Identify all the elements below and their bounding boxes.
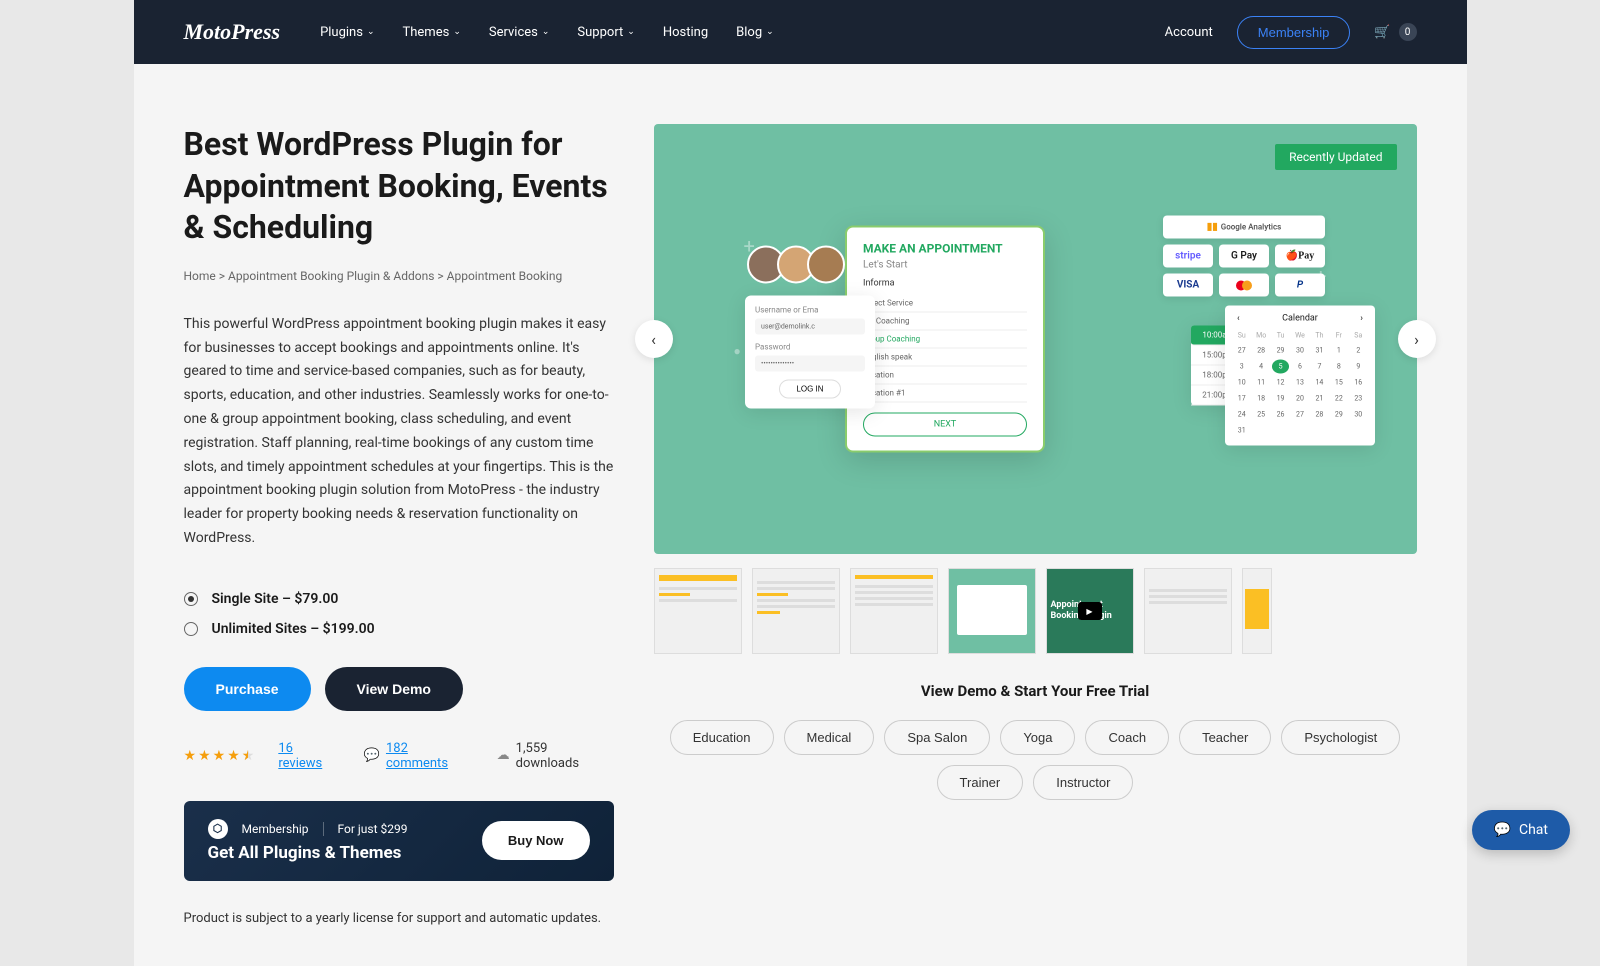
calendar-mockup: Calendar SuMoTuWeThFrSa27282930311234567… xyxy=(1225,306,1375,446)
star-rating: ★ ★ ★ ★ ★★ xyxy=(184,748,255,764)
license-note: Product is subject to a yearly license f… xyxy=(184,911,614,926)
star-icon: ★ xyxy=(227,748,240,764)
option-single-site[interactable]: Single Site – $79.00 xyxy=(184,591,614,607)
star-icon: ★ xyxy=(213,748,226,764)
comments-link[interactable]: 182 comments xyxy=(386,741,473,771)
chevron-down-icon: ⌄ xyxy=(453,27,461,37)
breadcrumb-current: Appointment Booking xyxy=(447,269,563,283)
main-nav: Plugins⌄ Themes⌄ Services⌄ Support⌄ Host… xyxy=(320,25,1165,40)
membership-button[interactable]: Membership xyxy=(1237,16,1351,49)
main-header: MotoPress Plugins⌄ Themes⌄ Services⌄ Sup… xyxy=(134,0,1467,64)
breadcrumb-home[interactable]: Home xyxy=(184,269,216,283)
pill-teacher[interactable]: Teacher xyxy=(1179,720,1271,755)
account-link[interactable]: Account xyxy=(1165,25,1213,40)
pill-instructor[interactable]: Instructor xyxy=(1033,765,1133,800)
carousel-prev[interactable]: ‹ xyxy=(635,320,673,358)
option-unlimited[interactable]: Unlimited Sites – $199.00 xyxy=(184,621,614,637)
radio-icon xyxy=(184,592,198,606)
cart-icon: 🛒 xyxy=(1374,25,1390,40)
pill-psychologist[interactable]: Psychologist xyxy=(1281,720,1400,755)
thumb-6[interactable] xyxy=(1144,568,1232,654)
membership-promo: ⬡ Membership For just $299 Get All Plugi… xyxy=(184,801,614,881)
nav-blog[interactable]: Blog⌄ xyxy=(736,25,774,40)
view-demo-button[interactable]: View Demo xyxy=(325,667,463,711)
chevron-down-icon: ⌄ xyxy=(367,27,375,37)
updated-badge: Recently Updated xyxy=(1275,144,1396,170)
nav-support[interactable]: Support⌄ xyxy=(577,25,634,40)
promo-membership-label: Membership xyxy=(242,822,309,836)
nav-themes[interactable]: Themes⌄ xyxy=(403,25,461,40)
nav-hosting[interactable]: Hosting xyxy=(663,25,708,40)
pill-trainer[interactable]: Trainer xyxy=(937,765,1024,800)
purchase-button[interactable]: Purchase xyxy=(184,667,311,711)
pill-yoga[interactable]: Yoga xyxy=(1000,720,1075,755)
chevron-down-icon: ⌄ xyxy=(766,27,774,37)
chat-icon: 💬 xyxy=(1494,822,1511,838)
cart-button[interactable]: 🛒 0 xyxy=(1374,23,1416,41)
radio-icon xyxy=(184,622,198,636)
demo-pills: Education Medical Spa Salon Yoga Coach T… xyxy=(654,720,1417,800)
thumb-2[interactable] xyxy=(752,568,840,654)
payment-badges: ▮▮Google Analytics stripe G Pay 🍎Pay VIS… xyxy=(1163,216,1325,297)
star-icon: ★ xyxy=(198,748,211,764)
star-half-icon: ★★ xyxy=(242,748,255,764)
promo-price: For just $299 xyxy=(338,822,408,836)
pill-coach[interactable]: Coach xyxy=(1085,720,1169,755)
comment-icon: 💬 xyxy=(364,748,380,763)
cart-count: 0 xyxy=(1399,23,1417,41)
breadcrumb-category[interactable]: Appointment Booking Plugin & Addons xyxy=(228,269,434,283)
star-icon: ★ xyxy=(184,748,197,764)
thumb-1[interactable] xyxy=(654,568,742,654)
product-description: This powerful WordPress appointment book… xyxy=(184,313,614,551)
thumb-7[interactable] xyxy=(1242,568,1272,654)
thumb-4[interactable] xyxy=(948,568,1036,654)
promo-title: Get All Plugins & Themes xyxy=(208,843,408,863)
chevron-down-icon: ⌄ xyxy=(627,27,635,37)
download-icon: ☁ xyxy=(497,748,510,763)
appointment-mockup: MAKE AN APPOINTMENT Let's Start Informa … xyxy=(845,226,1045,453)
avatar xyxy=(807,246,845,284)
chevron-down-icon: ⌄ xyxy=(542,27,550,37)
login-mockup: Username or Ema user@demolink.c Password… xyxy=(745,296,875,409)
pill-medical[interactable]: Medical xyxy=(784,720,875,755)
page-title: Best WordPress Plugin for Appointment Bo… xyxy=(184,124,614,249)
reviews-link[interactable]: 16 reviews xyxy=(278,741,339,771)
thumb-3[interactable] xyxy=(850,568,938,654)
breadcrumb: Home > Appointment Booking Plugin & Addo… xyxy=(184,269,614,283)
header-right: Account Membership 🛒 0 xyxy=(1165,16,1417,49)
thumb-video[interactable]: Appointment Booking Plugin▶ xyxy=(1046,568,1134,654)
avatars xyxy=(755,246,845,284)
product-stats: ★ ★ ★ ★ ★★ 16 reviews 💬 182 comments ☁ 1… xyxy=(184,741,614,771)
logo[interactable]: MotoPress xyxy=(184,19,281,45)
hero-image: Recently Updated + ● + × Username or Ema xyxy=(654,124,1417,554)
nav-services[interactable]: Services⌄ xyxy=(489,25,550,40)
membership-icon: ⬡ xyxy=(208,819,228,839)
carousel-next[interactable]: › xyxy=(1398,320,1436,358)
trial-title: View Demo & Start Your Free Trial xyxy=(654,682,1417,700)
play-icon: ▶ xyxy=(1078,602,1102,620)
downloads-count: 1,559 downloads xyxy=(516,741,614,771)
pill-education[interactable]: Education xyxy=(670,720,774,755)
chat-button[interactable]: 💬 Chat xyxy=(1472,810,1570,850)
nav-plugins[interactable]: Plugins⌄ xyxy=(320,25,374,40)
gallery-thumbs: Appointment Booking Plugin▶ xyxy=(654,568,1417,654)
pill-spa[interactable]: Spa Salon xyxy=(884,720,990,755)
pricing-options: Single Site – $79.00 Unlimited Sites – $… xyxy=(184,591,614,637)
buy-now-button[interactable]: Buy Now xyxy=(482,821,590,860)
